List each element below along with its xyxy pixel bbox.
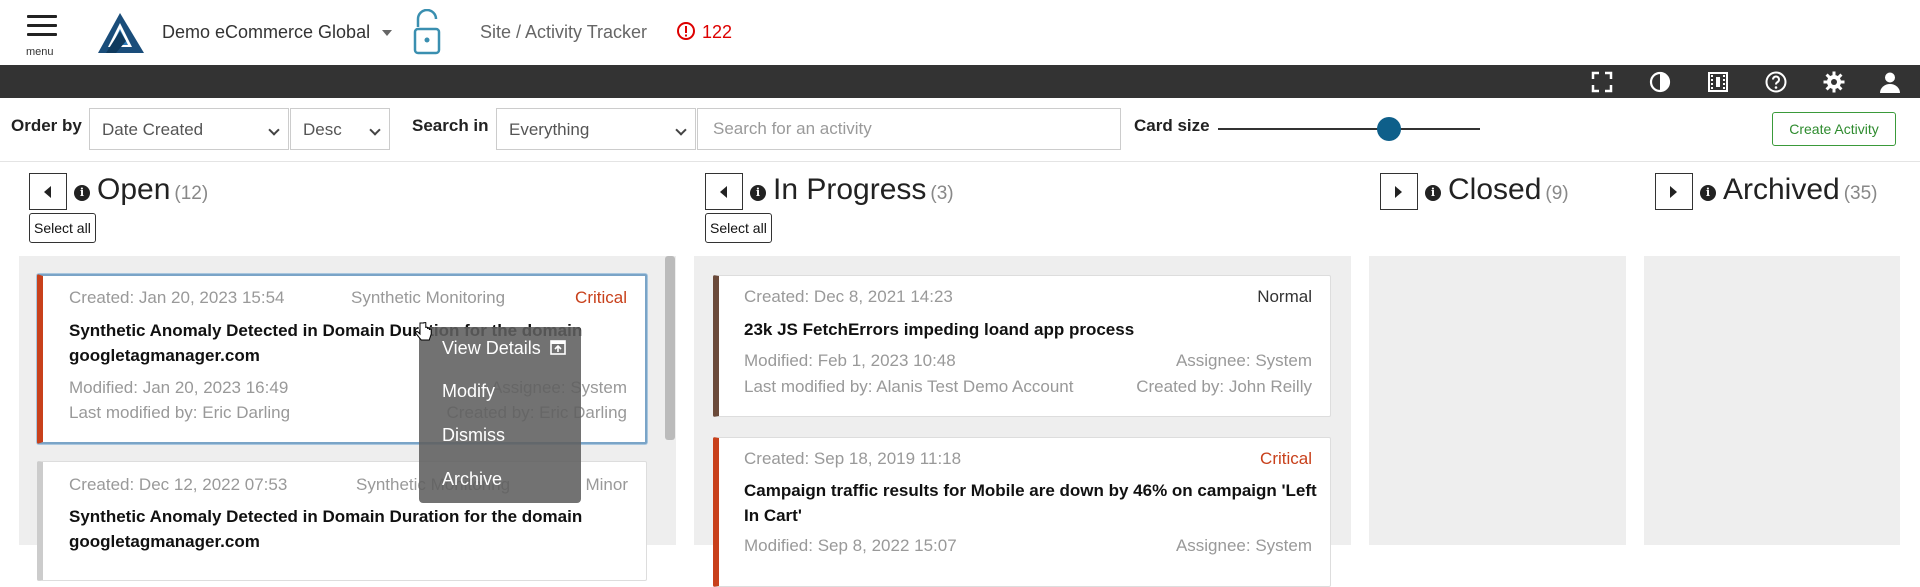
arrow-left-icon [44,186,51,198]
card-source: Synthetic Monitoring [351,288,506,307]
card-title[interactable]: 23k JS FetchErrors impeding loand app pr… [744,317,1134,342]
archive-menu-item[interactable]: Archive [442,469,502,490]
column-count: (35) [1843,183,1878,204]
modify-menu-item[interactable]: Modify [442,381,495,402]
collapse-in-progress-button[interactable] [705,173,743,210]
order-direction-select[interactable]: Desc [290,108,390,150]
arrow-left-icon [720,186,727,198]
order-direction-value: Desc [303,120,342,139]
card-priority: Critical [575,288,627,307]
alert-count[interactable]: 122 [702,22,732,43]
card-size-label: Card size [1134,116,1210,135]
card-created: Created: Dec 12, 2022 07:53 [69,475,288,494]
chevron-down-icon [675,124,687,136]
card-size-slider-track[interactable] [1218,128,1480,130]
column-count: (9) [1545,183,1569,204]
search-input[interactable] [697,108,1121,150]
card-modified: Modified: Jan 20, 2023 16:49 [69,378,289,397]
breadcrumb: Site / Activity Tracker [480,22,648,42]
card-modified: Modified: Sep 8, 2022 15:07 [744,536,957,555]
fullscreen-icon[interactable] [1590,70,1614,94]
column-title: Closed (9) [1448,173,1569,206]
card-created: Created: Sep 18, 2019 11:18 [744,449,962,468]
order-by-label: Order by [11,116,82,135]
column-title: Open (12) [97,173,209,206]
archived-column-body [1644,256,1900,545]
unlock-icon[interactable] [412,9,442,55]
help-icon[interactable] [1764,70,1788,94]
order-by-select[interactable]: Date Created [89,108,289,150]
card-assignee: Assignee: System [1175,351,1312,370]
filter-bar: Order by Date Created Desc Search in Eve… [0,98,1920,162]
hand-cursor-icon [415,322,432,341]
card-title[interactable]: Campaign traffic results for Mobile are … [744,478,1317,528]
order-by-value: Date Created [102,120,204,139]
expand-closed-button[interactable] [1380,173,1418,210]
film-icon[interactable] [1706,70,1730,94]
card-created: Created: Jan 20, 2023 15:54 [69,288,285,307]
column-count: (12) [174,183,209,204]
company-logo-icon [98,13,144,53]
contrast-icon[interactable] [1648,70,1672,94]
chevron-down-icon [369,124,381,136]
card-title[interactable]: Synthetic Anomaly Detected in Domain Dur… [69,504,582,554]
view-details-menu-item[interactable]: View Details [442,338,566,359]
card-last-modified-by: Last modified by: Alanis Test Demo Accou… [744,377,1074,396]
card-modified: Modified: Feb 1, 2023 10:48 [744,351,956,370]
settings-icon[interactable] [1822,70,1846,94]
select-all-open-button[interactable]: Select all [29,213,96,243]
column-title: In Progress (3) [773,173,954,206]
card-created-by: Created by: John Reilly [1136,377,1312,396]
activity-card[interactable]: Created: Sep 18, 2019 11:18 Critical Cam… [713,437,1331,587]
expand-archived-button[interactable] [1655,173,1693,210]
org-dropdown-caret-icon[interactable] [382,30,392,36]
user-icon[interactable] [1878,70,1902,94]
hamburger-bar [27,15,57,18]
arrow-right-icon [1670,186,1677,198]
org-name[interactable]: Demo eCommerce Global [162,22,370,43]
hamburger-bar [27,33,57,36]
chevron-down-icon [268,124,280,136]
create-activity-button[interactable]: Create Activity [1772,112,1896,146]
card-priority: Normal [1257,287,1312,306]
alert-icon[interactable] [676,21,696,41]
card-assignee: Assignee: System [1175,536,1312,555]
arrow-right-icon [1395,186,1402,198]
select-all-in-progress-button[interactable]: Select all [705,213,772,243]
menu-label: menu [26,46,54,58]
info-icon[interactable]: i [1700,185,1716,201]
card-last-modified-by: Last modified by: Eric Darling [69,403,291,422]
app-header: menu Demo eCommerce Global Site / Activi… [0,0,1920,64]
card-priority: Critical [1260,449,1312,468]
search-in-value: Everything [509,120,590,139]
search-in-label: Search in [412,116,489,135]
card-context-menu: View Details Modify Dismiss Archive [419,327,581,503]
dismiss-menu-item[interactable]: Dismiss [442,425,505,446]
card-created: Created: Dec 8, 2021 14:23 [744,287,953,306]
collapse-open-button[interactable] [29,173,67,210]
open-column-scrollbar[interactable] [665,256,675,440]
search-in-select[interactable]: Everything [496,108,696,150]
open-in-new-icon [549,340,566,355]
card-priority: Minor [585,475,628,494]
column-title: Archived (35) [1723,173,1878,206]
info-icon[interactable]: i [74,185,90,201]
column-count: (3) [930,183,954,204]
card-size-slider-thumb[interactable] [1377,117,1401,141]
activity-card[interactable]: Created: Dec 8, 2021 14:23 Normal 23k JS… [713,275,1331,417]
info-icon[interactable]: i [1425,185,1441,201]
hamburger-bar [27,24,57,27]
closed-column-body [1369,256,1626,545]
info-icon[interactable]: i [750,185,766,201]
dark-toolbar [0,65,1920,98]
